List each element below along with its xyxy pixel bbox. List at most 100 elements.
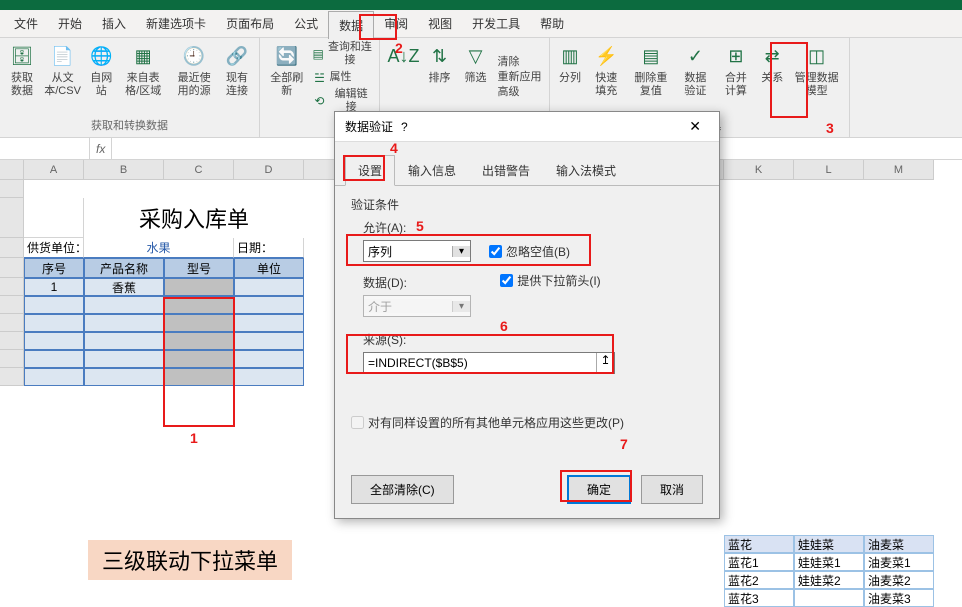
- sort-az-button[interactable]: A↓Z: [386, 40, 422, 115]
- cell[interactable]: [164, 368, 234, 386]
- cell[interactable]: [234, 350, 304, 368]
- menu-review[interactable]: 审阅: [374, 10, 418, 38]
- row-header[interactable]: [0, 198, 24, 238]
- cell[interactable]: [24, 296, 84, 314]
- cell[interactable]: [234, 332, 304, 350]
- menu-formula[interactable]: 公式: [284, 10, 328, 38]
- checkbox[interactable]: [500, 274, 513, 287]
- cell[interactable]: [84, 296, 164, 314]
- close-button[interactable]: ✕: [681, 118, 709, 135]
- cell[interactable]: [164, 296, 234, 314]
- tab-settings[interactable]: 设置: [345, 155, 395, 186]
- select-all-corner[interactable]: [0, 160, 24, 180]
- adv-button[interactable]: 高级: [494, 85, 544, 100]
- cell[interactable]: [164, 332, 234, 350]
- chevron-down-icon[interactable]: ▾: [452, 246, 470, 257]
- cell-seq[interactable]: 1: [24, 278, 84, 296]
- cell-product[interactable]: 香蕉: [84, 278, 164, 296]
- reapply-button[interactable]: 重新应用: [494, 70, 544, 85]
- refresh-button[interactable]: 🔄全部刷新: [264, 40, 309, 115]
- dv-button[interactable]: ✓数据验证: [675, 40, 716, 115]
- cell-unit[interactable]: [234, 278, 304, 296]
- tab-input[interactable]: 输入信息: [395, 155, 469, 186]
- supplier-value[interactable]: 水果: [84, 238, 234, 258]
- from-web-button[interactable]: 🌐自网站: [85, 40, 117, 115]
- tab-ime[interactable]: 输入法模式: [543, 155, 629, 186]
- side-td[interactable]: 娃娃菜2: [794, 571, 864, 589]
- clear-all-button[interactable]: 全部清除(C): [351, 475, 454, 504]
- checkbox[interactable]: [489, 245, 502, 258]
- row-header[interactable]: [0, 180, 24, 198]
- side-td[interactable]: 蓝花1: [724, 553, 794, 571]
- side-td[interactable]: 油麦菜3: [864, 589, 934, 607]
- menu-help[interactable]: 帮助: [530, 10, 574, 38]
- cell[interactable]: [234, 314, 304, 332]
- side-td[interactable]: 蓝花2: [724, 571, 794, 589]
- menu-newtab[interactable]: 新建选项卡: [136, 10, 216, 38]
- cell[interactable]: [84, 332, 164, 350]
- menu-file[interactable]: 文件: [4, 10, 48, 38]
- qc-button[interactable]: ▤查询和连接: [309, 40, 375, 68]
- clear-filter-button[interactable]: 清除: [494, 55, 544, 70]
- side-td[interactable]: [794, 589, 864, 607]
- cell[interactable]: [24, 198, 84, 238]
- recent-button[interactable]: 🕘最近使用的源: [169, 40, 219, 115]
- side-td[interactable]: 蓝花3: [724, 589, 794, 607]
- col-header[interactable]: M: [864, 160, 934, 180]
- cell[interactable]: [234, 296, 304, 314]
- row-header[interactable]: [0, 278, 24, 296]
- cell[interactable]: [84, 314, 164, 332]
- row-header[interactable]: [0, 296, 24, 314]
- col-header[interactable]: D: [234, 160, 304, 180]
- allow-combo[interactable]: ▾: [363, 240, 471, 262]
- row-header[interactable]: [0, 350, 24, 368]
- col-header[interactable]: K: [724, 160, 794, 180]
- side-td[interactable]: 油麦菜2: [864, 571, 934, 589]
- col-header[interactable]: B: [84, 160, 164, 180]
- cell[interactable]: [84, 368, 164, 386]
- flash-button[interactable]: ⚡快速填充: [586, 40, 627, 115]
- rel-button[interactable]: ⇄关系: [756, 40, 788, 115]
- consol-button[interactable]: ⊞合并计算: [716, 40, 757, 115]
- cell[interactable]: [24, 332, 84, 350]
- source-box[interactable]: ↥: [363, 352, 615, 374]
- row-header[interactable]: [0, 314, 24, 332]
- col-header[interactable]: C: [164, 160, 234, 180]
- row-header[interactable]: [0, 238, 24, 258]
- ok-button[interactable]: 确定: [567, 475, 631, 504]
- range-picker-icon[interactable]: ↥: [596, 353, 614, 373]
- col-header[interactable]: A: [24, 160, 84, 180]
- cell[interactable]: [24, 314, 84, 332]
- dm-button[interactable]: ◫管理数据模型: [788, 40, 845, 115]
- sort-button[interactable]: ⇅排序: [422, 40, 458, 115]
- cell-model[interactable]: [164, 278, 234, 296]
- menu-layout[interactable]: 页面布局: [216, 10, 284, 38]
- menu-view[interactable]: 视图: [418, 10, 462, 38]
- filter-button[interactable]: ▽筛选: [458, 40, 494, 115]
- row-header[interactable]: [0, 332, 24, 350]
- text-to-col-button[interactable]: ▥分列: [554, 40, 586, 115]
- props-button[interactable]: ☱属性: [309, 69, 375, 87]
- dropdown-checkbox[interactable]: 提供下拉箭头(I): [500, 272, 600, 289]
- dup-button[interactable]: ▤删除重复值: [627, 40, 676, 115]
- cell[interactable]: [24, 368, 84, 386]
- menu-home[interactable]: 开始: [48, 10, 92, 38]
- cell[interactable]: [164, 350, 234, 368]
- cell[interactable]: [164, 314, 234, 332]
- help-button[interactable]: ?: [393, 120, 416, 134]
- fx-button[interactable]: fx: [90, 138, 112, 159]
- menu-insert[interactable]: 插入: [92, 10, 136, 38]
- cell[interactable]: [24, 350, 84, 368]
- from-csv-button[interactable]: 📄从文本/CSV: [40, 40, 85, 115]
- ignore-blank-checkbox[interactable]: 忽略空值(B): [489, 243, 570, 260]
- cell[interactable]: [234, 368, 304, 386]
- side-td[interactable]: 油麦菜1: [864, 553, 934, 571]
- allow-input[interactable]: [364, 244, 452, 258]
- name-box[interactable]: [0, 138, 90, 159]
- cell[interactable]: [84, 350, 164, 368]
- menu-dev[interactable]: 开发工具: [462, 10, 530, 38]
- side-td[interactable]: 娃娃菜1: [794, 553, 864, 571]
- row-header[interactable]: [0, 258, 24, 278]
- get-data-button[interactable]: 🗄获取数据: [4, 40, 40, 115]
- source-input[interactable]: [364, 353, 596, 373]
